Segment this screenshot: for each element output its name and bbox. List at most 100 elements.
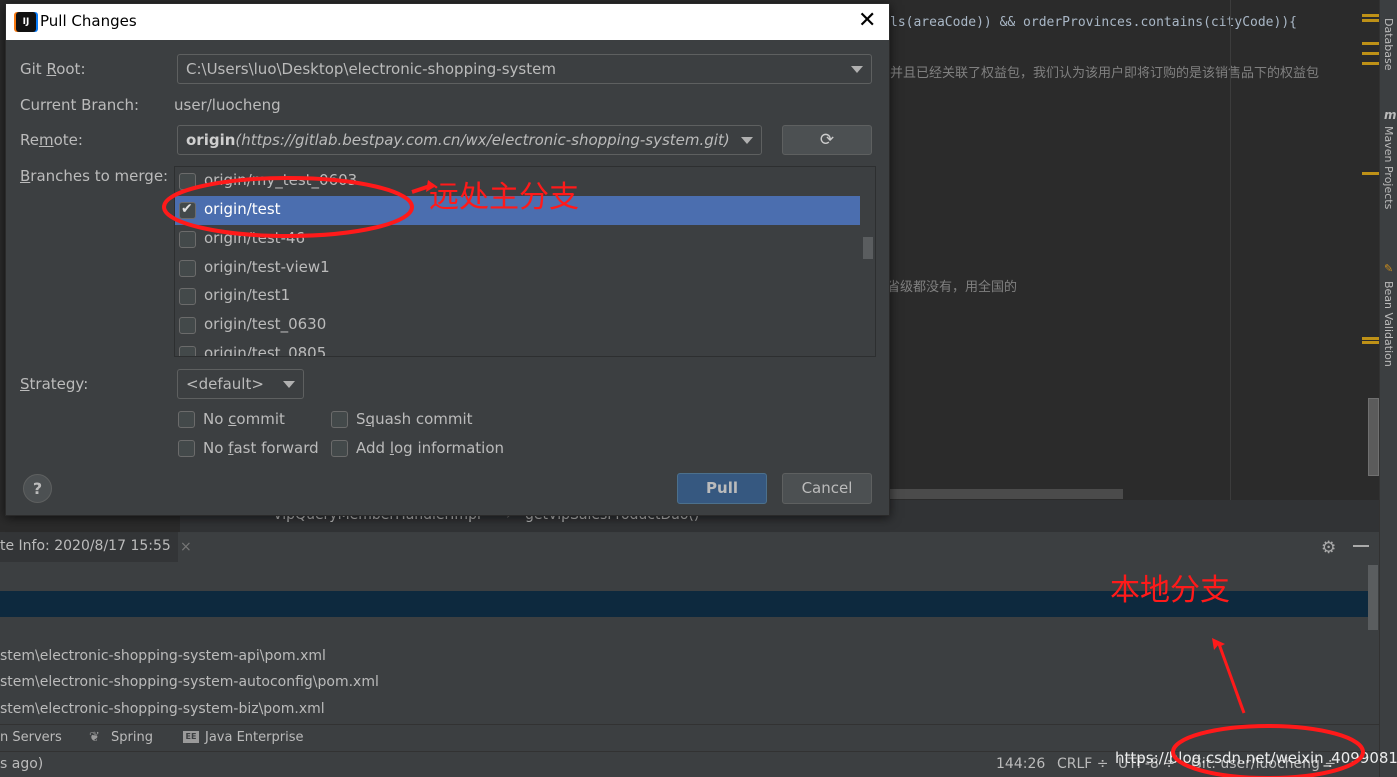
java-ee-icon: EE [183,731,199,743]
option-text: Add [356,439,390,457]
dialog-title: Pull Changes [40,12,137,30]
strategy-label: Strategy: [20,375,88,393]
branch-item[interactable]: origin/test-46 [175,225,860,254]
option-text: No [203,410,229,428]
strategy-combobox[interactable]: <default> [177,369,304,399]
branch-item[interactable]: origin/test_0630 [175,311,860,340]
add-log-checkbox[interactable] [331,440,348,457]
file-list-item[interactable]: stem\electronic-shopping-system-biz\pom.… [0,701,325,717]
error-stripe-marker[interactable] [1362,52,1379,55]
error-stripe-marker[interactable] [1362,62,1379,65]
branch-checkbox[interactable] [179,173,196,190]
git-root-combobox[interactable]: C:\Users\luo\Desktop\electronic-shopping… [177,54,872,84]
branch-name: origin/test-46 [204,229,306,247]
error-stripe-marker[interactable] [1362,337,1379,340]
git-root-label: Git Root: [20,60,86,78]
no-commit-option[interactable]: No commit [178,410,285,428]
remote-combobox[interactable]: origin(https://gitlab.bestpay.com.cn/wx/… [177,125,762,155]
mnemonic: q [365,410,376,428]
mnemonic: m [38,131,54,149]
bean-validation-icon: ✎ [1384,262,1394,275]
current-branch-value: user/luocheng [174,96,281,114]
error-stripe-marker[interactable] [1362,14,1379,17]
mnemonic: R [46,60,57,78]
sidebar-tab-bean-validation[interactable]: Bean Validation [1382,281,1395,367]
status-message[interactable]: s ago) [0,756,43,772]
branches-scrollbar[interactable] [863,237,873,259]
comment-line: 并且已经关联了权益包，我们认为该用户即将订购的是该销售品下的权益包 [890,66,1320,81]
tool-window-spring[interactable]: Spring [111,730,153,745]
caret-position[interactable]: 144:26 [996,756,1045,772]
option-text: ast forward [233,439,319,457]
branch-item[interactable]: origin/test_0805 [175,340,860,357]
branch-name: origin/test_0805 [204,344,327,357]
branch-checkbox[interactable] [179,346,196,356]
no-fast-forward-option[interactable]: No fast forward [178,439,319,457]
no-commit-checkbox[interactable] [178,411,195,428]
sidebar-tab-maven-projects[interactable]: Maven Projects [1382,126,1395,209]
no-fast-forward-checkbox[interactable] [178,440,195,457]
option-text: ommit [236,410,285,428]
close-button[interactable]: ✕ [858,8,876,34]
branch-checkbox[interactable] [179,260,196,277]
annotation-remote-branch: 远处主分支 [429,180,579,215]
mnemonic: B [20,167,31,185]
branch-name: origin/test-view1 [204,258,330,276]
sidebar-tab-database[interactable]: Database [1382,18,1395,71]
mnemonic: S [20,375,30,393]
panel-scrollbar[interactable] [1368,565,1378,630]
error-stripe-marker[interactable] [1362,341,1379,344]
minimize-icon[interactable] [1353,545,1369,547]
option-text: uash commit [375,410,473,428]
refresh-icon: ⟳ [819,130,835,150]
file-list-item[interactable]: stem\electronic-shopping-system-api\pom.… [0,648,326,664]
close-icon[interactable]: × [180,539,192,555]
pull-button[interactable]: Pull [677,473,767,504]
branches-label: Branches to merge: [20,167,168,185]
label-text: ranches to merge: [30,167,169,185]
dialog-titlebar[interactable]: IJ Pull Changes ✕ [6,4,889,40]
editor-horizontal-scrollbar[interactable] [890,489,1123,499]
label-text: Re [20,131,39,149]
squash-commit-option[interactable]: Squash commit [331,410,473,428]
cancel-button[interactable]: Cancel [782,473,872,504]
option-text: S [356,410,366,428]
spring-leaf-icon: ❦ [89,730,100,745]
add-log-option[interactable]: Add log information [331,439,504,457]
branch-item[interactable]: origin/test-view1 [175,254,860,283]
error-stripe-marker[interactable] [1362,42,1379,45]
branch-name: origin/test1 [204,286,291,304]
intellij-app-icon: IJ [16,12,36,32]
label-text: oot: [56,60,86,78]
branch-item[interactable]: origin/test1 [175,282,860,311]
refresh-button[interactable]: ⟳ [782,125,872,155]
help-button[interactable]: ? [23,474,52,503]
branch-checkbox[interactable] [179,231,196,248]
remote-url: (https://gitlab.bestpay.com.cn/wx/electr… [235,131,730,149]
tool-window-app-servers[interactable]: n Servers [0,730,62,745]
option-text: No [203,439,229,457]
line-separator[interactable]: CRLF ÷ [1057,756,1109,772]
error-stripe-marker[interactable] [1362,19,1379,22]
branch-checkbox-checked[interactable] [179,201,196,219]
remote-label: Remote: [20,131,83,149]
label-text: trategy: [29,375,89,393]
branch-checkbox[interactable] [179,317,196,334]
editor-scrollbar[interactable] [1368,398,1379,476]
file-list-item[interactable]: stem\electronic-shopping-system-autoconf… [0,674,379,690]
comment-line: 省级都没有，用全国的 [887,280,1018,295]
git-root-value: C:\Users\luo\Desktop\electronic-shopping… [186,60,556,78]
branch-name: origin/test [204,200,281,218]
squash-commit-checkbox[interactable] [331,411,348,428]
branch-checkbox[interactable] [179,288,196,305]
watermark: https://blog.csdn.net/weixin_40990818 [1115,749,1397,767]
chevron-down-icon [283,381,295,388]
tool-window-java-enterprise[interactable]: Java Enterprise [205,730,303,745]
label-text: Git [20,60,47,78]
error-stripe-marker[interactable] [1362,172,1379,175]
gear-icon[interactable]: ⚙ [1321,538,1336,558]
panel-tab-label: te Info: 2020/8/17 15:55 [0,538,171,554]
chevron-down-icon [851,66,863,73]
option-text: og information [393,439,505,457]
current-branch-label: Current Branch: [20,96,140,114]
